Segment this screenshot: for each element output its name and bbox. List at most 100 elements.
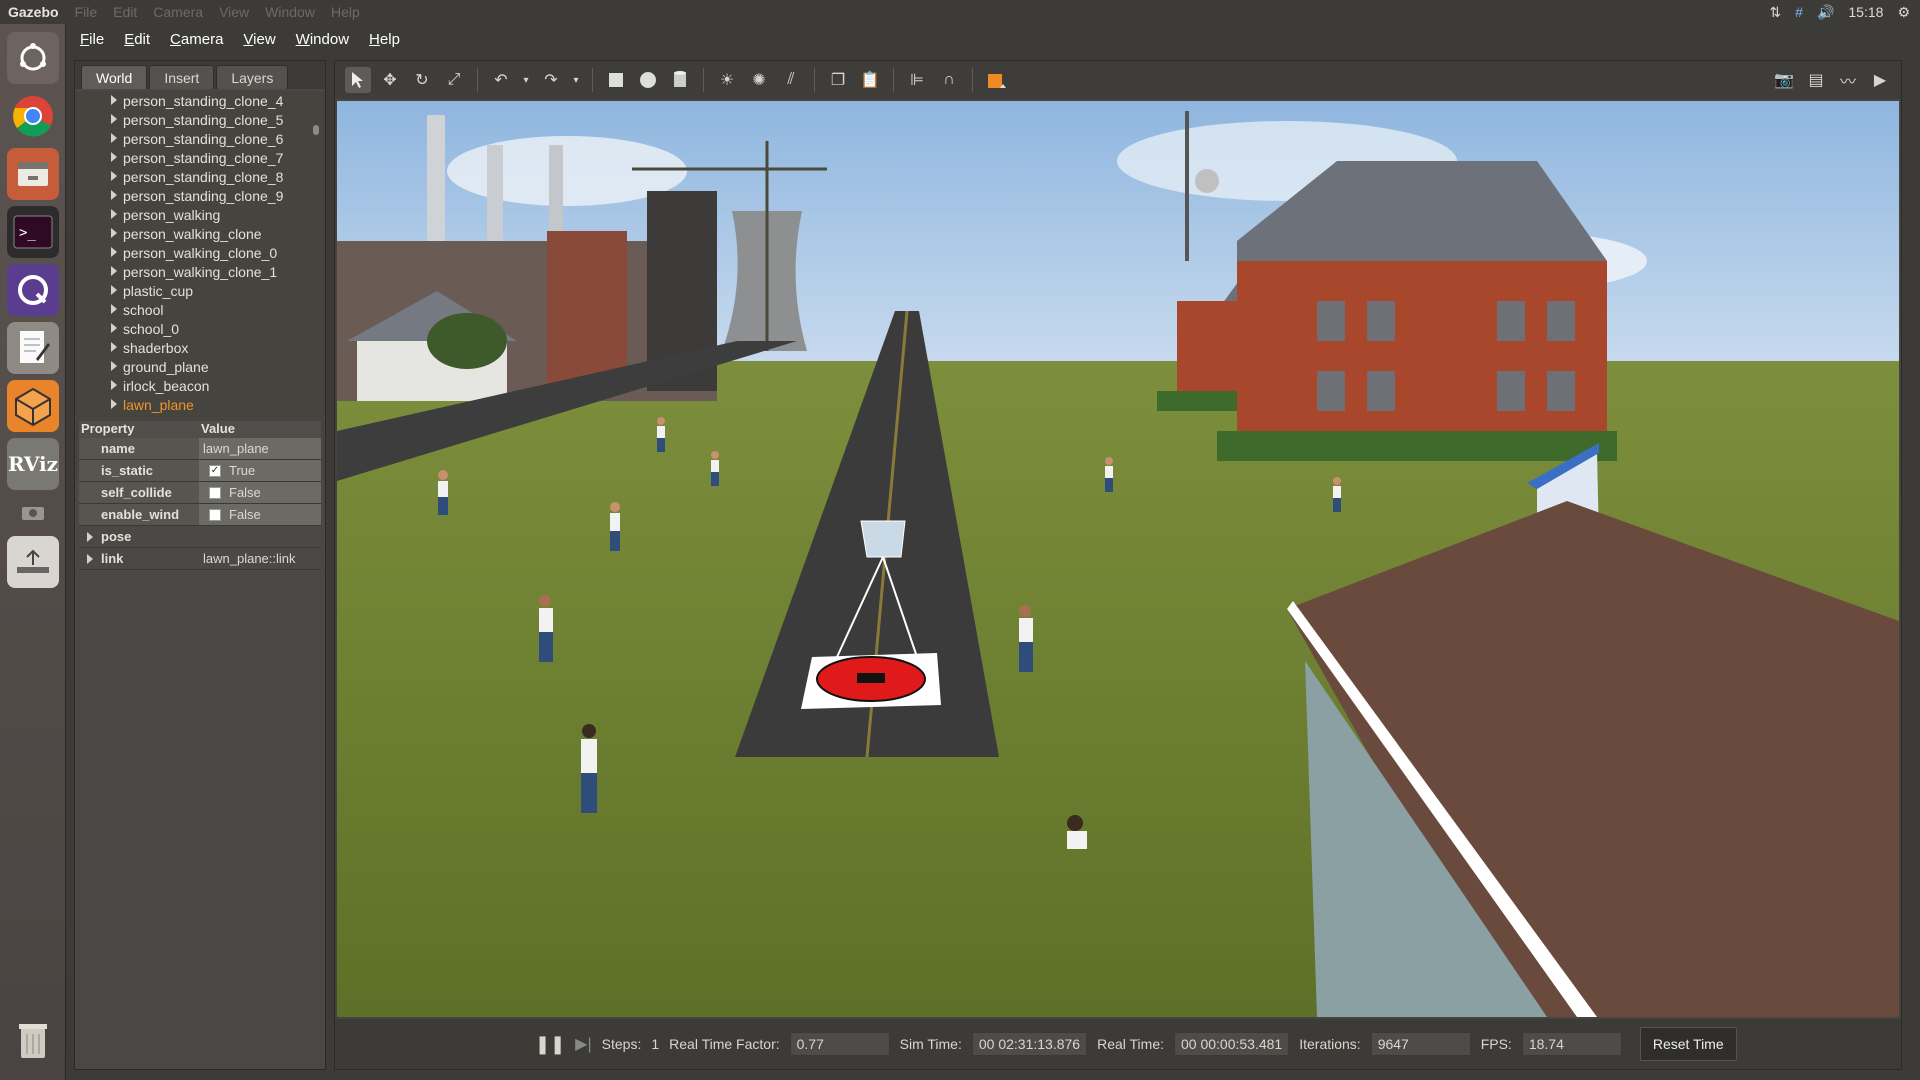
log-icon[interactable]: ▤ <box>1803 67 1829 93</box>
screenshot-camera-icon[interactable]: 📷 <box>1771 67 1797 93</box>
expand-arrow-icon[interactable] <box>111 209 117 219</box>
checkbox-unchecked[interactable] <box>209 508 221 521</box>
tree-item[interactable]: person_walking <box>75 205 325 224</box>
rotate-mode-icon[interactable]: ↻ <box>409 67 435 93</box>
settings-gear-icon[interactable]: ⚙ <box>1897 4 1910 21</box>
tree-item[interactable]: person_standing_clone_8 <box>75 167 325 186</box>
tree-item[interactable]: school <box>75 300 325 319</box>
menu-file[interactable]: File <box>70 31 114 48</box>
expand-arrow-icon[interactable] <box>111 133 117 143</box>
undo-history-icon[interactable]: ▾ <box>520 67 532 93</box>
property-row-self-collide[interactable]: self_collide False <box>79 482 321 504</box>
tree-item[interactable]: person_walking_clone_0 <box>75 243 325 262</box>
expand-arrow-icon[interactable] <box>111 114 117 124</box>
translate-mode-icon[interactable]: ✥ <box>377 67 403 93</box>
checkbox-checked[interactable]: ✓ <box>209 464 221 477</box>
expand-arrow-icon[interactable] <box>111 95 117 105</box>
tree-item[interactable]: person_standing_clone_4 <box>75 91 325 110</box>
tab-insert[interactable]: Insert <box>149 65 215 89</box>
steps-spinner[interactable]: 1 <box>651 1036 659 1052</box>
tree-item[interactable]: person_standing_clone_6 <box>75 129 325 148</box>
expand-arrow-icon[interactable] <box>111 247 117 257</box>
menu-view[interactable]: View <box>233 31 285 48</box>
qgroundcontrol-icon[interactable] <box>7 264 59 316</box>
undo-icon[interactable]: ↶ <box>488 67 514 93</box>
view-angle-icon[interactable] <box>983 67 1009 93</box>
ubuntu-dash-icon[interactable] <box>7 32 59 84</box>
chrome-icon[interactable] <box>7 90 59 142</box>
expand-arrow-icon[interactable] <box>111 380 117 390</box>
tree-item[interactable]: person_standing_clone_9 <box>75 186 325 205</box>
expand-arrow-icon[interactable] <box>111 190 117 200</box>
plot-icon[interactable]: 〰 <box>1835 67 1861 93</box>
tree-item[interactable]: ground_plane <box>75 357 325 376</box>
video-record-icon[interactable]: ▶ <box>1867 67 1893 93</box>
trash-icon[interactable] <box>7 1014 59 1066</box>
expand-arrow-icon[interactable] <box>111 171 117 181</box>
rviz-icon[interactable]: RViz <box>7 438 59 490</box>
expand-arrow-icon[interactable] <box>111 228 117 238</box>
expand-arrow-icon[interactable] <box>111 361 117 371</box>
tree-item[interactable]: school_0 <box>75 319 325 338</box>
tree-item[interactable]: person_walking_clone <box>75 224 325 243</box>
checkbox-unchecked[interactable] <box>209 486 221 499</box>
reset-time-button[interactable]: Reset Time <box>1639 1027 1737 1061</box>
expand-arrow-icon[interactable] <box>111 285 117 295</box>
expand-arrow-icon[interactable] <box>111 342 117 352</box>
usb-drive-icon[interactable] <box>7 536 59 588</box>
3d-scene-view[interactable] <box>337 101 1899 1017</box>
expand-arrow-icon[interactable] <box>111 304 117 314</box>
spot-light-icon[interactable]: ✺ <box>746 67 772 93</box>
tree-item[interactable]: shaderbox <box>75 338 325 357</box>
menu-edit[interactable]: Edit <box>114 31 160 48</box>
point-light-icon[interactable]: ☀ <box>714 67 740 93</box>
box-shape-icon[interactable] <box>603 67 629 93</box>
sphere-shape-icon[interactable] <box>635 67 661 93</box>
brick-building <box>547 231 627 391</box>
tree-item[interactable]: lawn_plane <box>75 395 325 414</box>
gazebo-icon[interactable] <box>7 380 59 432</box>
align-icon[interactable]: ⊫ <box>904 67 930 93</box>
files-icon[interactable] <box>7 148 59 200</box>
property-row-link[interactable]: link lawn_plane::link <box>79 548 321 570</box>
directional-light-icon[interactable]: ⫽ <box>778 67 804 93</box>
property-row-pose[interactable]: pose <box>79 526 321 548</box>
terminal-icon[interactable]: >_ <box>7 206 59 258</box>
menu-help[interactable]: Help <box>359 31 410 48</box>
expand-arrow-icon[interactable] <box>111 323 117 333</box>
paste-icon[interactable]: 📋 <box>857 67 883 93</box>
property-value[interactable]: lawn_plane <box>199 438 321 459</box>
tree-item[interactable]: person_standing_clone_5 <box>75 110 325 129</box>
expand-arrow-icon[interactable] <box>87 553 93 564</box>
select-mode-icon[interactable] <box>345 67 371 93</box>
property-row-enable-wind[interactable]: enable_wind False <box>79 504 321 526</box>
tab-world[interactable]: World <box>81 65 148 89</box>
menu-camera[interactable]: Camera <box>160 31 233 48</box>
volume-icon[interactable]: 🔊 <box>1817 4 1834 21</box>
text-editor-icon[interactable] <box>7 322 59 374</box>
property-row-is-static[interactable]: is_static ✓ True <box>79 460 321 482</box>
snap-icon[interactable]: ∩ <box>936 67 962 93</box>
pause-icon[interactable]: ❚❚ <box>535 1034 565 1055</box>
keyboard-icon[interactable]: # <box>1795 4 1803 20</box>
tree-item[interactable]: person_standing_clone_7 <box>75 148 325 167</box>
copy-icon[interactable]: ❐ <box>825 67 851 93</box>
expand-arrow-icon[interactable] <box>111 266 117 276</box>
redo-icon[interactable]: ↷ <box>538 67 564 93</box>
cylinder-shape-icon[interactable] <box>667 67 693 93</box>
clock[interactable]: 15:18 <box>1848 4 1883 20</box>
tree-item[interactable]: irlock_beacon <box>75 376 325 395</box>
scale-mode-icon[interactable]: ⤢ <box>441 67 467 93</box>
step-icon[interactable]: ▶| <box>575 1034 591 1054</box>
property-row-name[interactable]: name lawn_plane <box>79 438 321 460</box>
camera-small-icon[interactable] <box>7 496 59 528</box>
tree-item[interactable]: person_walking_clone_1 <box>75 262 325 281</box>
network-icon[interactable]: ⇅ <box>1769 4 1781 21</box>
expand-arrow-icon[interactable] <box>111 152 117 162</box>
redo-history-icon[interactable]: ▾ <box>570 67 582 93</box>
tree-item[interactable]: plastic_cup <box>75 281 325 300</box>
menu-window[interactable]: Window <box>286 31 359 48</box>
expand-arrow-icon[interactable] <box>111 399 117 409</box>
tab-layers[interactable]: Layers <box>216 65 289 89</box>
expand-arrow-icon[interactable] <box>87 531 93 542</box>
